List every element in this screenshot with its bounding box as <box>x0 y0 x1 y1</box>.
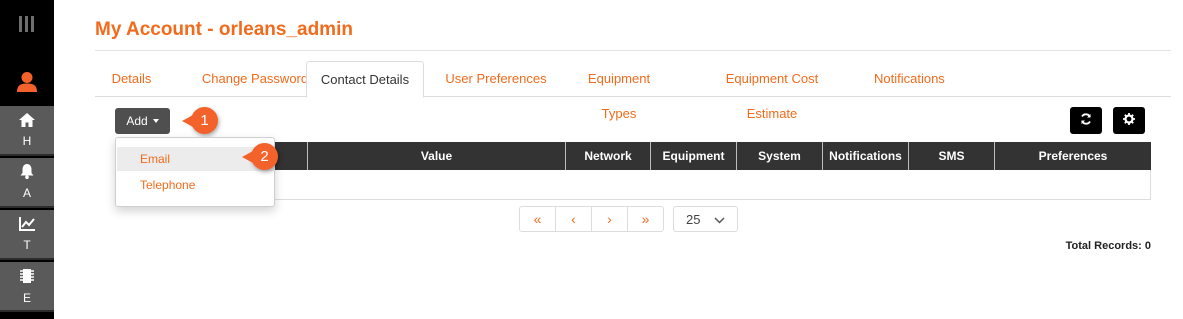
sidebar: H A T E <box>0 0 54 319</box>
sidebar-item-label: E <box>22 290 31 305</box>
column-header-network[interactable]: Network <box>565 142 650 170</box>
page-size-select[interactable]: 25 <box>673 206 738 232</box>
tab-change-password[interactable]: Change Password <box>185 61 325 97</box>
tab-bar: Details Change Password Contact Details … <box>95 61 1171 121</box>
sidebar-item-label: T <box>23 237 31 252</box>
tab-equipment-types[interactable]: Equipment Types <box>570 61 668 121</box>
tab-contact-details[interactable]: Contact Details <box>306 61 424 98</box>
add-button-label: Add <box>126 114 148 128</box>
sidebar-item-trends[interactable]: T <box>0 210 54 260</box>
refresh-icon <box>1080 112 1092 130</box>
column-header-equipment[interactable]: Equipment <box>650 142 736 170</box>
next-page-button[interactable]: › <box>591 206 628 232</box>
page-size-value: 25 <box>686 211 701 227</box>
callout-badge: 1 <box>182 107 218 134</box>
total-records: Total Records: 0 <box>1065 240 1151 252</box>
user-avatar-icon[interactable] <box>0 60 54 104</box>
tab-notifications[interactable]: Notifications <box>874 61 945 97</box>
prev-page-button[interactable]: ‹ <box>555 206 592 232</box>
first-page-button[interactable]: « <box>519 206 556 232</box>
divider <box>95 50 1171 51</box>
column-header-system[interactable]: System <box>736 142 822 170</box>
add-button[interactable]: Add <box>115 108 170 134</box>
sidebar-item-home[interactable]: H <box>0 106 54 156</box>
column-header-notifications[interactable]: Notifications <box>822 142 908 170</box>
sidebar-item-alerts[interactable]: A <box>0 158 54 208</box>
sidebar-item-label: H <box>22 133 32 148</box>
chip-icon <box>19 268 35 287</box>
pagination: « ‹ › » <box>519 206 664 232</box>
menu-icon[interactable] <box>19 16 36 32</box>
column-header-preferences[interactable]: Preferences <box>994 142 1151 170</box>
column-header-value[interactable]: Value <box>307 142 565 170</box>
main-content: My Account - orleans_admin Details Chang… <box>76 0 1183 319</box>
trend-chart-icon <box>19 216 35 234</box>
tab-equipment-cost-estimate[interactable]: Equipment Cost Estimate <box>699 61 845 121</box>
caret-down-icon <box>152 119 159 123</box>
dropdown-item-telephone[interactable]: Telephone <box>117 173 275 197</box>
settings-button[interactable] <box>1113 107 1145 134</box>
tab-details[interactable]: Details <box>95 61 168 97</box>
tab-user-preferences[interactable]: User Preferences <box>439 61 553 97</box>
chevron-down-icon <box>714 212 725 227</box>
sidebar-item-equipment[interactable]: E <box>0 262 54 312</box>
add-dropdown-menu: Email Telephone <box>115 137 275 207</box>
last-page-button[interactable]: » <box>627 206 664 232</box>
bell-icon <box>20 164 34 182</box>
home-icon <box>19 112 35 130</box>
callout-badge: 2 <box>242 143 278 170</box>
refresh-button[interactable] <box>1070 107 1102 134</box>
gear-icon <box>1123 112 1135 130</box>
sidebar-item-label: A <box>22 186 31 200</box>
column-header-sms[interactable]: SMS <box>908 142 994 170</box>
page-title: My Account - orleans_admin <box>95 19 353 40</box>
